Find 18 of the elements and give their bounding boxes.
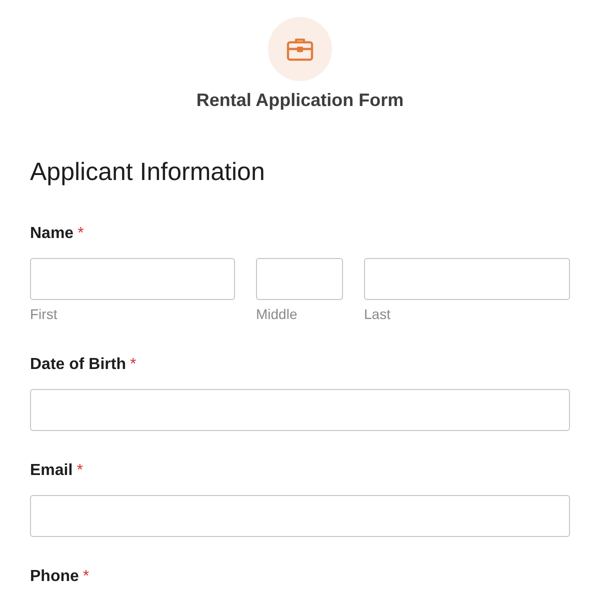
field-label: Date of Birth — [30, 354, 126, 374]
input-field[interactable] — [30, 258, 235, 300]
required-mark: * — [76, 460, 83, 480]
form-title: Rental Application Form — [196, 89, 404, 112]
input-field[interactable] — [256, 258, 343, 300]
sublabel: Middle — [256, 304, 298, 324]
sublabel: Last — [364, 304, 392, 324]
input-field[interactable] — [30, 494, 570, 536]
required-mark: * — [130, 354, 136, 374]
input-field[interactable] — [30, 388, 570, 430]
input-field[interactable] — [364, 258, 570, 300]
field-label: Name — [30, 224, 74, 244]
required-mark: * — [82, 566, 90, 586]
section-heading: Applicant Information — [30, 157, 266, 188]
field-label: Email — [30, 460, 73, 480]
sublabel: First — [30, 304, 58, 324]
field-label: Phone — [30, 566, 79, 586]
required-mark: * — [78, 224, 84, 244]
